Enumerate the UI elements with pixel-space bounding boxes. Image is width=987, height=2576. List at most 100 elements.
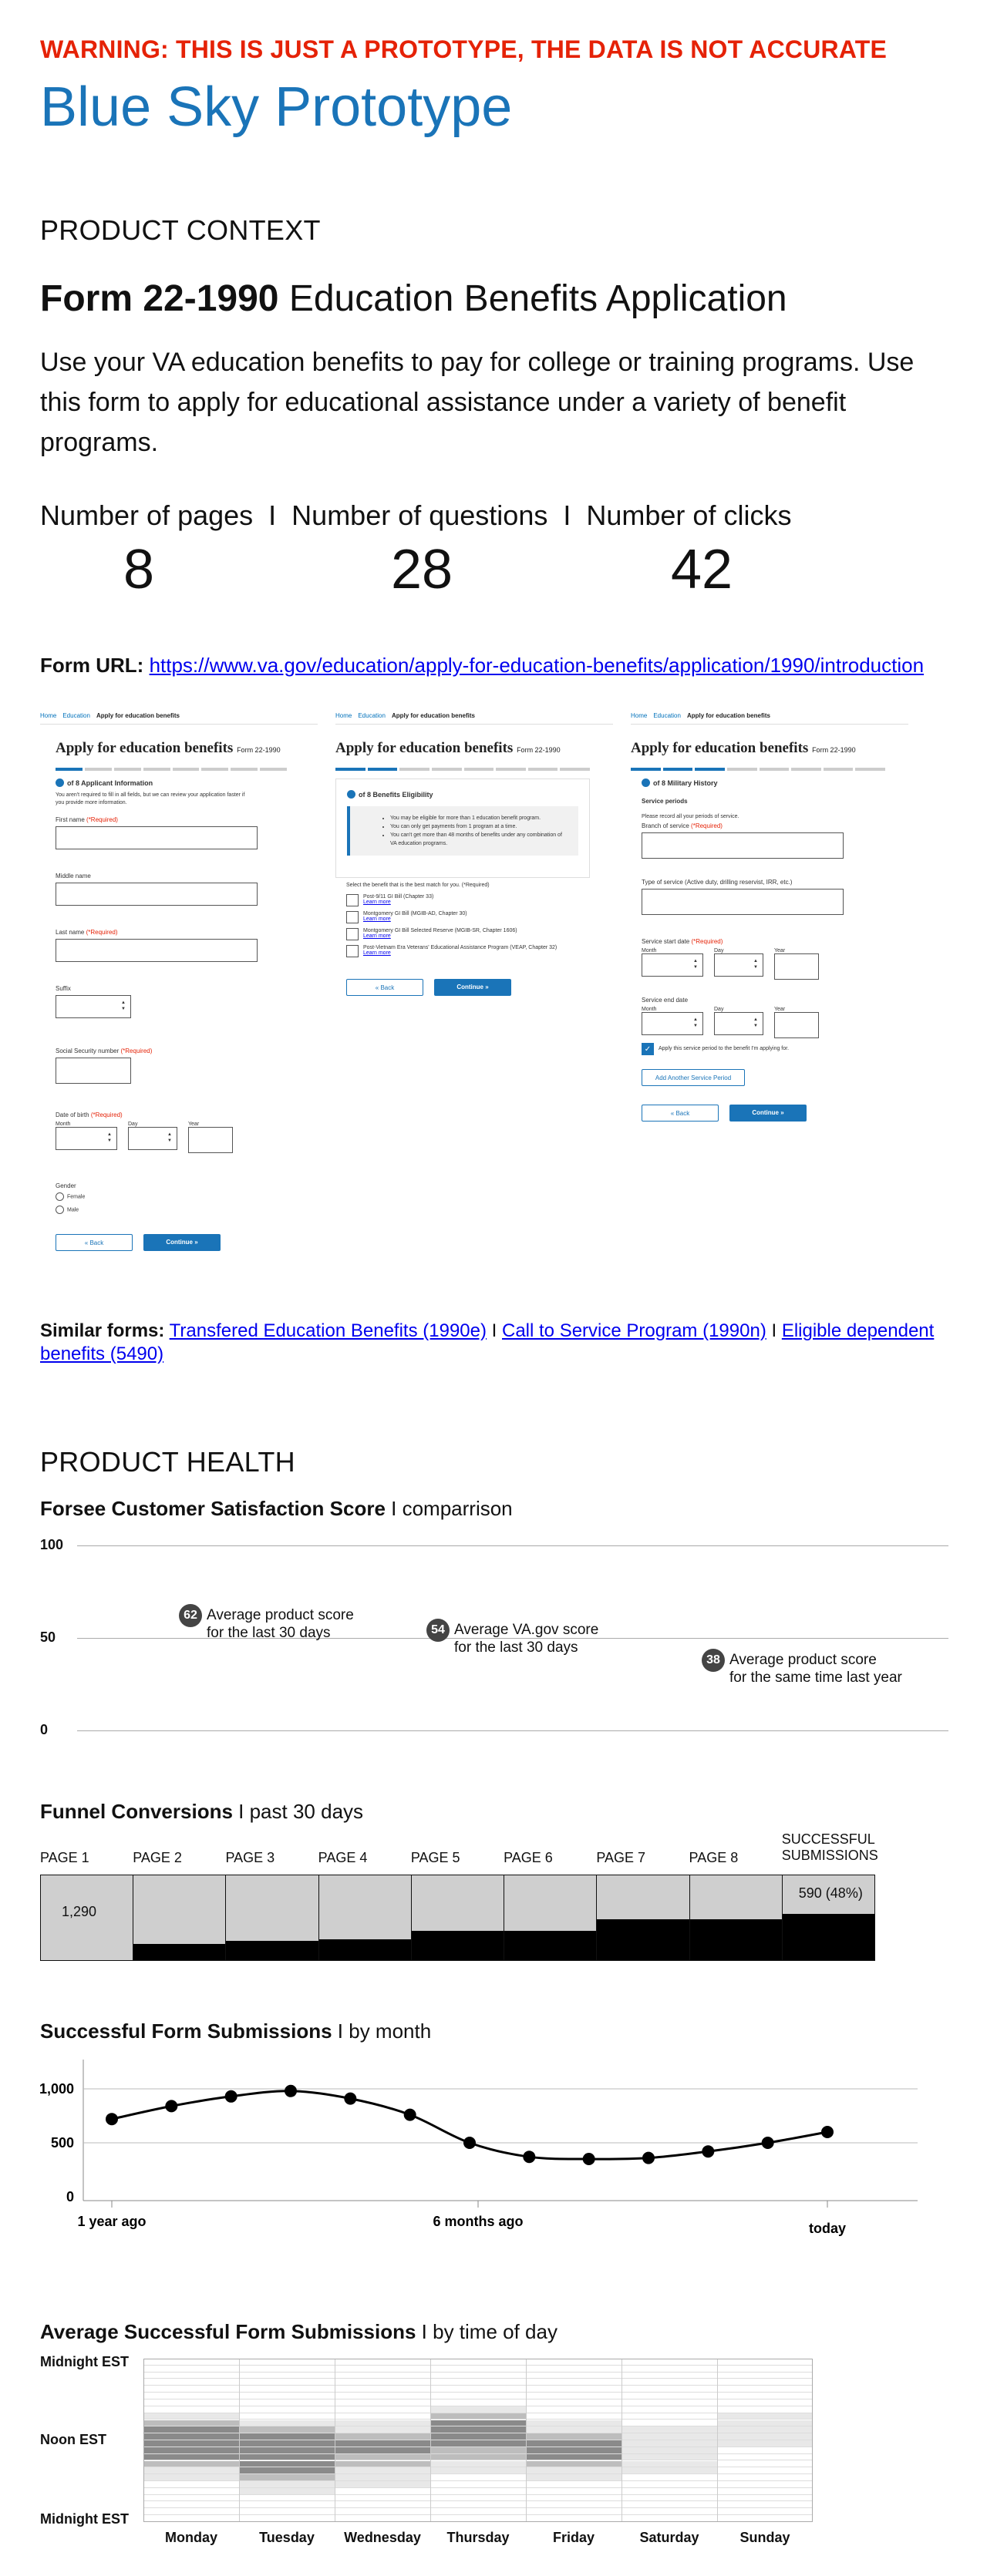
form-url-link[interactable]: https://www.va.gov/education/apply-for-e… — [150, 654, 925, 677]
radio-male[interactable]: Male — [56, 1206, 287, 1214]
y-tick-label: 0 — [66, 2189, 74, 2204]
middle-name-input[interactable] — [56, 883, 258, 906]
data-point — [463, 2137, 476, 2149]
apply-service-period-checkbox[interactable]: ✓ Apply this service period to the benefi… — [642, 1043, 885, 1055]
month-label: Month — [56, 1122, 71, 1127]
birth-day-select[interactable] — [128, 1127, 177, 1150]
score-label-line: Average VA.gov score — [454, 1622, 599, 1639]
funnel-page-label: SUCCESSFUL SUBMISSIONS — [781, 1831, 878, 1863]
checkbox[interactable] — [346, 894, 359, 906]
funnel-bar — [225, 1875, 319, 1961]
learn-more-link[interactable]: Learn more — [363, 950, 391, 956]
field-label: Service start date (*Required) — [642, 938, 723, 945]
checkbox[interactable] — [346, 928, 359, 940]
breadcrumb-home[interactable]: Home — [631, 712, 647, 719]
data-point — [523, 2151, 536, 2164]
learn-more-link[interactable]: Learn more — [363, 900, 391, 905]
info-item: You may be eligible for more than 1 educ… — [390, 814, 569, 822]
score-bubble: 38 — [702, 1648, 725, 1672]
funnel-page-label: PAGE 2 — [133, 1850, 182, 1865]
field-label: Type of service (Active duty, drilling r… — [642, 879, 793, 886]
step-number-icon — [642, 779, 650, 787]
birth-year-input[interactable] — [188, 1127, 233, 1153]
end-month-select[interactable] — [642, 1012, 703, 1035]
data-point — [582, 2153, 595, 2165]
score-label: Average VA.gov score for the last 30 days — [454, 1621, 598, 1656]
learn-more-link[interactable]: Learn more — [363, 933, 391, 939]
data-point — [821, 2126, 834, 2138]
heatmap-day-label: Sunday — [739, 2530, 790, 2545]
branch-input[interactable] — [642, 832, 844, 859]
y-tick-label: 500 — [51, 2135, 74, 2151]
radio-icon — [56, 1206, 64, 1214]
funnel-page-label: PAGE 6 — [504, 1850, 553, 1865]
suffix-select[interactable] — [56, 995, 131, 1018]
end-day-select[interactable] — [714, 1012, 763, 1035]
data-point — [642, 2151, 655, 2164]
funnel-dropoff — [133, 1944, 226, 1960]
benefit-option-ch32[interactable]: Post-Vietnam Era Veterans' Educational A… — [346, 945, 590, 957]
metric-label-questions: Number of questions — [291, 499, 548, 531]
screenshot-applicant-info: Home Education Apply for education benefit… — [40, 709, 318, 1280]
breadcrumb-education[interactable]: Education — [358, 712, 386, 719]
form-title: Form 22-1990 Education Benefits Applicat… — [40, 277, 787, 320]
continue-button[interactable]: Continue » — [143, 1234, 221, 1251]
progress-bar — [56, 768, 287, 771]
similar-link-1990n[interactable]: Call to Service Program (1990n) — [502, 1320, 766, 1341]
continue-button[interactable]: Continue » — [434, 979, 511, 996]
info-alert: You may be eligible for more than 1 educ… — [347, 806, 578, 856]
similar-link-1990e[interactable]: Transfered Education Benefits (1990e) — [170, 1320, 487, 1341]
funnel-page-label: PAGE 5 — [410, 1850, 460, 1865]
back-button[interactable]: « Back — [56, 1234, 133, 1251]
heatmap-day-label: Tuesday — [259, 2530, 315, 2545]
funnel-dropoff — [504, 1930, 597, 1960]
day-label: Day — [128, 1122, 138, 1127]
breadcrumb-education[interactable]: Education — [653, 712, 681, 719]
back-button[interactable]: « Back — [346, 979, 423, 996]
checkmark-icon[interactable]: ✓ — [642, 1043, 654, 1055]
submissions-line-svg: 1,000 500 01 year ago 6 months ago today — [39, 2060, 918, 2236]
heatmap-day-label: Friday — [552, 2530, 595, 2545]
birth-month-select[interactable] — [56, 1127, 117, 1150]
page-title: Blue Sky Prototype — [40, 76, 513, 138]
benefit-option-ch1606[interactable]: Montgomery GI Bill Selected Reserve (MGI… — [346, 928, 590, 940]
start-year-input[interactable] — [774, 953, 819, 980]
submissions-title: Successful Form Submissions I by month — [40, 2019, 432, 2043]
breadcrumb-home[interactable]: Home — [40, 712, 56, 719]
product-health-heading: PRODUCT HEALTH — [40, 1446, 295, 1478]
funnel-bar — [689, 1875, 783, 1961]
score-label-line: Average product score — [207, 1607, 354, 1624]
start-month-select[interactable] — [642, 953, 703, 977]
field-label: Middle name — [56, 873, 91, 879]
breadcrumb-home[interactable]: Home — [335, 712, 352, 719]
breadcrumb: Home Education Apply for education benefit… — [631, 709, 908, 725]
benefit-option-ch33[interactable]: Post-9/11 GI Bill (Chapter 33) Learn more — [346, 894, 590, 906]
learn-more-link[interactable]: Learn more — [363, 916, 391, 922]
step-heading: of 8 Benefits Eligibility — [347, 790, 578, 799]
field-label: Suffix — [56, 985, 71, 992]
checkbox[interactable] — [346, 911, 359, 923]
first-name-input[interactable] — [56, 826, 258, 849]
metric-value-pages: 8 — [123, 539, 155, 600]
radio-female[interactable]: Female — [56, 1192, 287, 1201]
service-type-input[interactable] — [642, 889, 844, 915]
continue-button[interactable]: Continue » — [729, 1105, 807, 1122]
funnel-page-label: PAGE 8 — [689, 1850, 739, 1865]
back-button[interactable]: « Back — [642, 1105, 719, 1122]
intro-text: Please record all your periods of servic… — [642, 814, 739, 819]
funnel-dropoff — [226, 1940, 318, 1960]
breadcrumb-education[interactable]: Education — [62, 712, 90, 719]
y-tick-label: 0 — [40, 1722, 49, 1737]
funnel-first-value: 1,290 — [62, 1904, 97, 1919]
end-year-input[interactable] — [774, 1012, 819, 1038]
month-label: Month — [642, 1007, 657, 1012]
add-service-period-button[interactable]: Add Another Service Period — [642, 1069, 745, 1086]
start-day-select[interactable] — [714, 953, 763, 977]
last-name-input[interactable] — [56, 939, 258, 962]
funnel-bar — [410, 1875, 505, 1961]
csat-chart: 100 50 0 62 Average product score for the las… — [0, 1530, 987, 1746]
ssn-input[interactable] — [56, 1058, 131, 1084]
benefit-option-ch30[interactable]: Montgomery GI Bill (MGIB-AD, Chapter 30)… — [346, 911, 590, 923]
breadcrumb-current: Apply for education benefits — [391, 712, 475, 719]
checkbox[interactable] — [346, 945, 359, 957]
